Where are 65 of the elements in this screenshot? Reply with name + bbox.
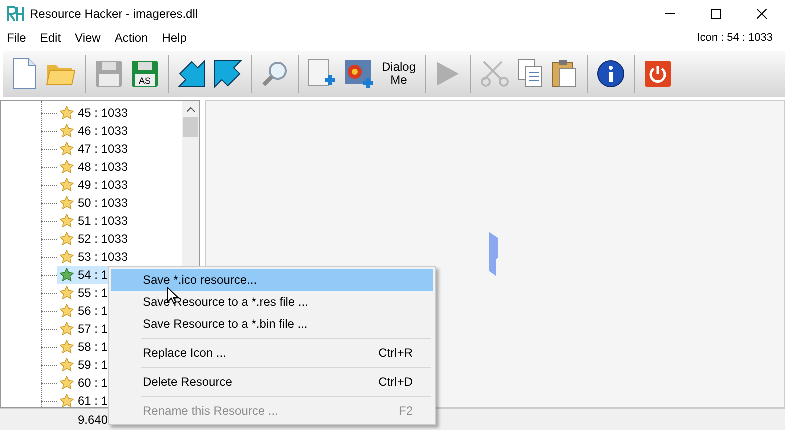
star-icon (60, 286, 74, 300)
star-icon (60, 196, 74, 210)
tree-item[interactable]: 48 : 1033 (57, 158, 132, 176)
menu-item[interactable]: Edit (33, 27, 68, 48)
star-icon (60, 358, 74, 372)
toolbar-button[interactable]: AS (128, 54, 162, 94)
close-icon (757, 8, 767, 18)
star-icon (60, 160, 74, 174)
tree-item[interactable]: 50 : 1033 (57, 194, 132, 212)
maximize-icon (711, 8, 721, 18)
star-icon (60, 268, 74, 282)
menu-item[interactable]: View (68, 27, 108, 48)
tree-item[interactable]: 52 : 1033 (57, 230, 132, 248)
star-icon (60, 142, 74, 156)
star-icon (60, 232, 74, 246)
tree-item[interactable]: 57 : 1 (57, 320, 112, 338)
tree-item[interactable]: 49 : 1033 (57, 176, 132, 194)
dialog-menu-button[interactable]: Dialog Me (379, 54, 420, 94)
tree-item[interactable]: 58 : 1 (57, 338, 112, 356)
context-menu-item[interactable]: Save Resource to a *.bin file ... (111, 313, 433, 335)
power-icon (644, 60, 672, 88)
tree-item[interactable]: 53 : 1033 (57, 248, 132, 266)
star-icon (60, 106, 74, 120)
star-icon (60, 124, 74, 138)
tree-item[interactable]: 46 : 1033 (57, 122, 132, 140)
star-icon (60, 178, 74, 192)
star-icon (60, 304, 74, 318)
star-icon (60, 394, 74, 408)
menu-item[interactable]: Help (155, 27, 194, 48)
tree-item[interactable]: 59 : 1 (57, 356, 112, 374)
image-plus-icon (344, 59, 374, 89)
diagonal-arrow-icon (214, 60, 242, 88)
star-icon (60, 214, 74, 228)
star-icon (60, 322, 74, 336)
menu-item[interactable]: File (0, 27, 34, 48)
context-menu-item[interactable]: Delete Resource Ctrl+D (111, 371, 433, 393)
tree-item[interactable]: 55 : 1 (57, 284, 112, 302)
search-icon (261, 60, 289, 88)
copy-icon (518, 59, 544, 89)
scroll-up-icon (186, 107, 194, 113)
resource-label: Icon : 54 : 1033 (697, 32, 773, 44)
tree-item[interactable]: 56 : 1 (57, 302, 112, 320)
star-icon (60, 376, 74, 390)
app-logo-icon (7, 6, 25, 22)
menu-item[interactable]: Action (108, 27, 156, 48)
diagonal-arrow-icon (178, 60, 206, 88)
blank-page-icon (12, 58, 38, 90)
clipboard-icon (552, 59, 578, 89)
star-icon (60, 340, 74, 354)
window-title: Resource Hacker - imageres.dll (30, 6, 198, 20)
context-menu-item[interactable]: Replace Icon ... Ctrl+R (111, 342, 433, 364)
page-plus-icon (308, 59, 336, 89)
context-menu-item[interactable]: Save *.ico resource... (111, 269, 433, 291)
status-text: 9.640 (78, 413, 108, 427)
tree-item[interactable]: 61 : 1 (57, 392, 112, 410)
play-icon (435, 60, 462, 88)
tree-item[interactable]: 45 : 1033 (57, 104, 132, 122)
info-icon (597, 60, 626, 88)
context-menu-item[interactable]: Save Resource to a *.res file ... (111, 291, 433, 313)
scroll-thumb[interactable] (183, 117, 198, 137)
tree-item[interactable]: 51 : 1033 (57, 212, 132, 230)
scissors-icon (480, 60, 510, 88)
tree-item[interactable]: 47 : 1033 (57, 140, 132, 158)
tree-item[interactable]: 60 : 1 (57, 374, 112, 392)
star-icon (60, 250, 74, 264)
